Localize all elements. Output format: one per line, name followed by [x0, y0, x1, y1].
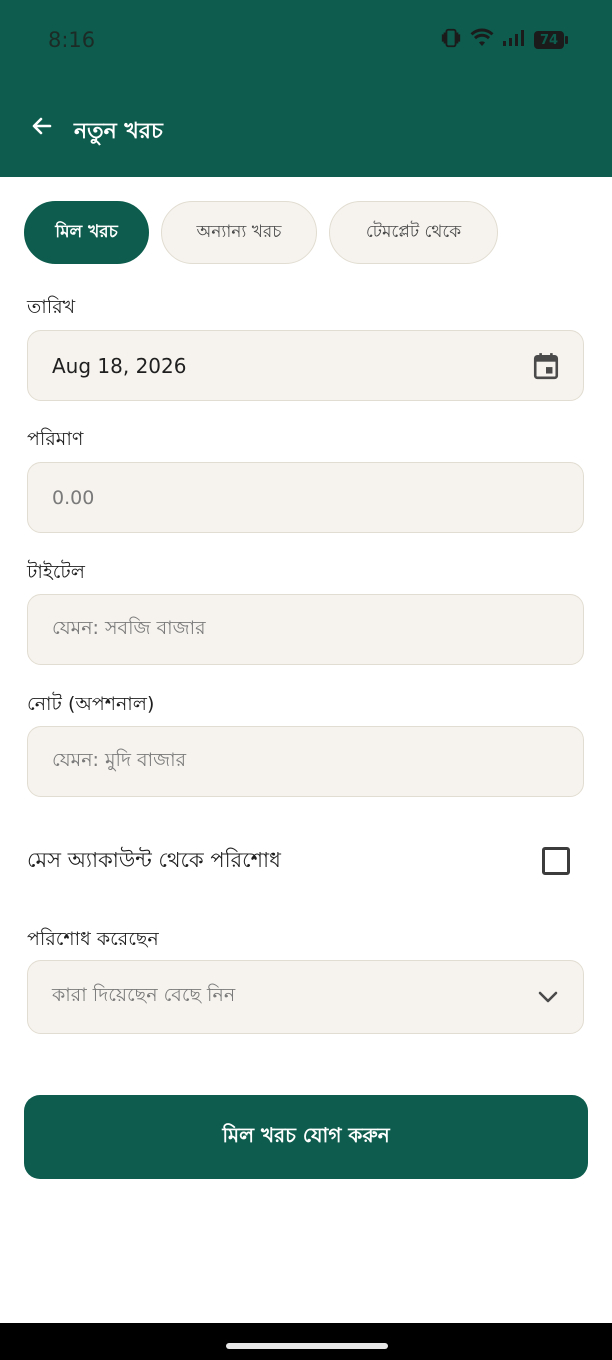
- paid-by-dropdown[interactable]: কারা দিয়েছেন বেছে নিন: [27, 960, 584, 1034]
- date-value: Aug 18, 2026: [52, 353, 187, 378]
- status-icons: 74: [440, 27, 568, 53]
- arrow-back-icon: [30, 114, 54, 142]
- note-label: নোট (অপশনাল): [27, 693, 155, 715]
- tab-other-expense[interactable]: অন্যান্য খরচ: [161, 201, 317, 264]
- tab-meal-expense[interactable]: মিল খরচ: [24, 201, 149, 264]
- mess-account-row: মেস অ্যাকাউন্ট থেকে পরিশোধ: [27, 836, 584, 886]
- note-placeholder: যেমন: মুদি বাজার: [52, 748, 187, 771]
- tab-from-template[interactable]: টেমপ্লেট থেকে: [329, 201, 498, 264]
- paid-by-placeholder: কারা দিয়েছেন বেছে নিন: [52, 984, 236, 1006]
- date-label: তারিখ: [27, 296, 76, 318]
- paid-by-label: পরিশোধ করেছেন: [27, 928, 159, 950]
- title-label: টাইটেল: [27, 561, 85, 583]
- app-bar: নতুন খরচ: [0, 82, 612, 177]
- mess-account-checkbox[interactable]: [542, 847, 570, 875]
- date-field[interactable]: Aug 18, 2026: [27, 330, 584, 401]
- system-nav-bar: [0, 1323, 612, 1360]
- vibrate-icon: [440, 27, 462, 53]
- battery-icon: 74: [534, 31, 568, 49]
- amount-placeholder: 0.00: [52, 486, 95, 509]
- status-time: 8:16: [48, 28, 96, 52]
- title-input[interactable]: যেমন: সবজি বাজার: [27, 594, 584, 665]
- signal-icon: [502, 29, 526, 51]
- home-gesture-handle[interactable]: [226, 1343, 388, 1349]
- mess-account-label: মেস অ্যাকাউন্ট থেকে পরিশোধ: [27, 847, 281, 872]
- amount-label: পরিমাণ: [27, 428, 84, 450]
- wifi-icon: [470, 28, 494, 52]
- expense-type-tabs: মিল খরচ অন্যান্য খরচ টেমপ্লেট থেকে: [24, 201, 498, 264]
- amount-input[interactable]: 0.00: [27, 462, 584, 533]
- calendar-icon[interactable]: [533, 352, 559, 380]
- add-meal-expense-button[interactable]: মিল খরচ যোগ করুন: [24, 1095, 588, 1179]
- title-placeholder: যেমন: সবজি বাজার: [52, 616, 206, 639]
- back-button[interactable]: [24, 110, 60, 146]
- page-title: নতুন খরচ: [74, 119, 163, 144]
- chevron-down-icon: [537, 990, 559, 1004]
- note-input[interactable]: যেমন: মুদি বাজার: [27, 726, 584, 797]
- status-bar: 8:16 74: [0, 0, 612, 82]
